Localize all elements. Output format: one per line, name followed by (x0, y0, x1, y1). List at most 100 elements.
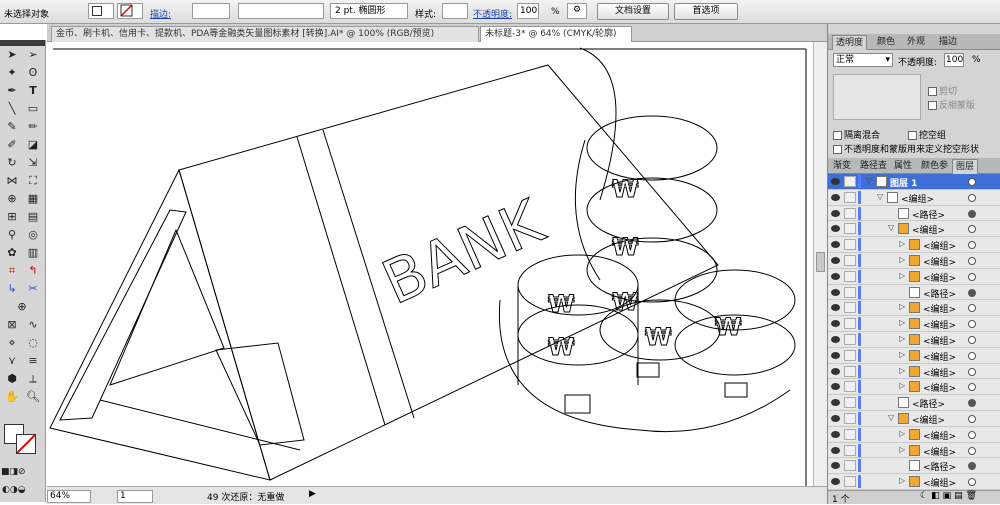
visibility-eye-icon[interactable] (831, 288, 840, 296)
target-circle-icon[interactable] (968, 209, 976, 218)
lock-toggle[interactable] (844, 270, 856, 282)
pen-tool-icon[interactable]: ✒ (2, 82, 22, 99)
tab-color[interactable]: 颜色 (874, 35, 898, 50)
opacity-mask-checkbox[interactable] (833, 145, 842, 154)
lock-toggle[interactable] (844, 239, 856, 251)
knockout-group-checkbox[interactable] (908, 131, 917, 140)
live-paint-icon[interactable]: ⬢ (2, 370, 22, 387)
symbol-sprayer-icon[interactable]: ✿ (2, 244, 22, 261)
sublayer-row[interactable]: ▷ <编组> (828, 379, 1000, 396)
visibility-eye-icon[interactable] (831, 430, 840, 438)
clip-checkbox-row[interactable]: 剪切 (928, 84, 957, 97)
gradient-tool-icon[interactable]: ▤ (23, 208, 43, 225)
target-circle-icon[interactable] (968, 478, 976, 487)
target-circle-icon[interactable] (968, 367, 976, 376)
sublayer-row[interactable]: ▷ <编组> (828, 332, 1000, 348)
lock-toggle[interactable] (844, 476, 856, 488)
lock-toggle[interactable] (844, 444, 856, 456)
magic-wand-icon[interactable]: ✦ (2, 64, 22, 81)
direct-selection-icon[interactable]: ➢ (23, 46, 43, 63)
visibility-eye-icon[interactable] (831, 383, 840, 391)
sublayer-row[interactable]: ▷ <编组> (828, 363, 1000, 380)
hand-tool-icon[interactable]: ✋ (2, 388, 22, 405)
lock-toggle[interactable] (844, 397, 856, 409)
sublayer-row[interactable]: ▷ <编组> (828, 300, 1000, 317)
zoom-field[interactable]: 64% (47, 490, 91, 503)
blend-tool-icon[interactable]: ◎ (23, 226, 43, 243)
measure-tool-icon[interactable]: ⟂ (23, 370, 43, 387)
scale-tool-icon[interactable]: ⇲ (23, 154, 43, 171)
eraser-icon[interactable]: ◪ (23, 136, 43, 153)
target-circle-icon[interactable] (968, 446, 976, 455)
target-circle-icon[interactable] (968, 272, 976, 281)
vertical-scrollbar[interactable] (813, 42, 827, 486)
isolate-blend-checkbox[interactable] (833, 131, 842, 140)
layer-row[interactable]: ▽ 图层 1 (828, 174, 1000, 190)
tab-color-guide[interactable]: 颜色参 (918, 159, 951, 174)
lock-toggle[interactable] (844, 255, 856, 266)
expand-triangle-icon[interactable]: ▷ (899, 271, 905, 280)
target-circle-icon[interactable] (968, 257, 976, 265)
status-play-icon[interactable]: ▶ (309, 489, 316, 499)
recolor-icon[interactable]: ⚙ (567, 3, 587, 19)
tab-document-2[interactable]: 未标题-3* @ 64% (CMYK/轮廓) (480, 26, 632, 42)
sublayer-row[interactable]: <路径> (828, 458, 1000, 475)
visibility-eye-icon[interactable] (831, 415, 840, 422)
visibility-eye-icon[interactable] (831, 462, 840, 470)
visibility-eye-icon[interactable] (831, 478, 840, 486)
eyedropper-icon[interactable]: ⚲ (2, 226, 22, 243)
style-dropdown[interactable] (442, 3, 468, 19)
warp-tool-icon[interactable]: ⊠ (2, 316, 22, 333)
invert-mask-checkbox[interactable] (928, 101, 937, 110)
sublayer-row[interactable]: <路径> (828, 205, 1000, 222)
lock-toggle[interactable] (844, 286, 856, 298)
expand-triangle-icon[interactable]: ▽ (888, 223, 894, 232)
sublayer-row[interactable]: ▷ <编组> (828, 347, 1000, 364)
expand-triangle-icon[interactable]: ▽ (888, 413, 894, 422)
target-circle-icon[interactable] (968, 288, 976, 297)
expand-triangle-icon[interactable]: ▷ (899, 318, 905, 327)
footer-icons[interactable]: ☾◧▣▤🗑︎ (920, 491, 980, 501)
visibility-eye-icon[interactable] (831, 367, 840, 375)
tab-layers[interactable]: 图层 (952, 159, 979, 174)
pencil-icon[interactable]: ✏ (23, 118, 43, 135)
stroke-swatch[interactable] (117, 3, 143, 19)
lock-toggle[interactable] (844, 176, 856, 187)
expand-triangle-icon[interactable]: ▷ (899, 476, 905, 485)
width-tool-icon[interactable]: ⋈ (2, 172, 22, 189)
lock-toggle[interactable] (844, 334, 856, 345)
lock-toggle[interactable] (844, 413, 856, 424)
scallop-tool-icon[interactable]: ⋎ (2, 352, 22, 369)
visibility-eye-icon[interactable] (831, 351, 840, 359)
sublayer-row[interactable]: ▽ <编组> (828, 221, 1000, 238)
target-circle-icon[interactable] (968, 225, 976, 234)
zoom-tool-icon[interactable]: 🔍︎ (23, 388, 43, 405)
opacity-input[interactable]: 100 (517, 3, 539, 19)
artboard-canvas[interactable]: ₩ ₩ ₩ ₩ ₩ ₩ ₩ BANK (47, 42, 813, 486)
knife-tool-icon[interactable]: ↳ (2, 280, 22, 297)
expand-triangle-icon[interactable]: ▷ (899, 302, 905, 311)
slice-tool-icon[interactable]: ↰ (23, 262, 43, 279)
target-circle-icon[interactable] (968, 351, 976, 360)
target-circle-icon[interactable] (968, 462, 976, 471)
target-circle-icon[interactable] (968, 399, 976, 408)
target-circle-icon[interactable] (968, 415, 976, 423)
twirl-tool-icon[interactable]: ∿ (23, 316, 43, 333)
target-circle-icon[interactable] (968, 241, 976, 250)
knockout-group-row[interactable]: 挖空组 (908, 128, 946, 141)
panel-opacity-input[interactable]: 100 (944, 53, 964, 67)
perspective-grid-icon[interactable]: ▦ (23, 190, 43, 207)
visibility-eye-icon[interactable] (831, 320, 840, 328)
color-mode-icon[interactable]: ■◨⊘ (1, 464, 26, 481)
visibility-eye-icon[interactable] (831, 272, 840, 280)
stroke-label[interactable]: 描边: (150, 7, 171, 20)
lock-toggle[interactable] (844, 365, 856, 377)
lock-toggle[interactable] (844, 460, 856, 472)
sublayer-row[interactable]: ▷ <编组> (828, 442, 1000, 459)
expand-triangle-icon[interactable]: ▷ (899, 366, 905, 375)
mesh-tool-icon[interactable]: ⊞ (2, 208, 22, 225)
target-circle-icon[interactable] (968, 430, 976, 439)
visibility-eye-icon[interactable] (831, 399, 840, 407)
lock-toggle[interactable] (844, 302, 856, 314)
document-settings-button[interactable]: 文档设置 (597, 3, 669, 20)
